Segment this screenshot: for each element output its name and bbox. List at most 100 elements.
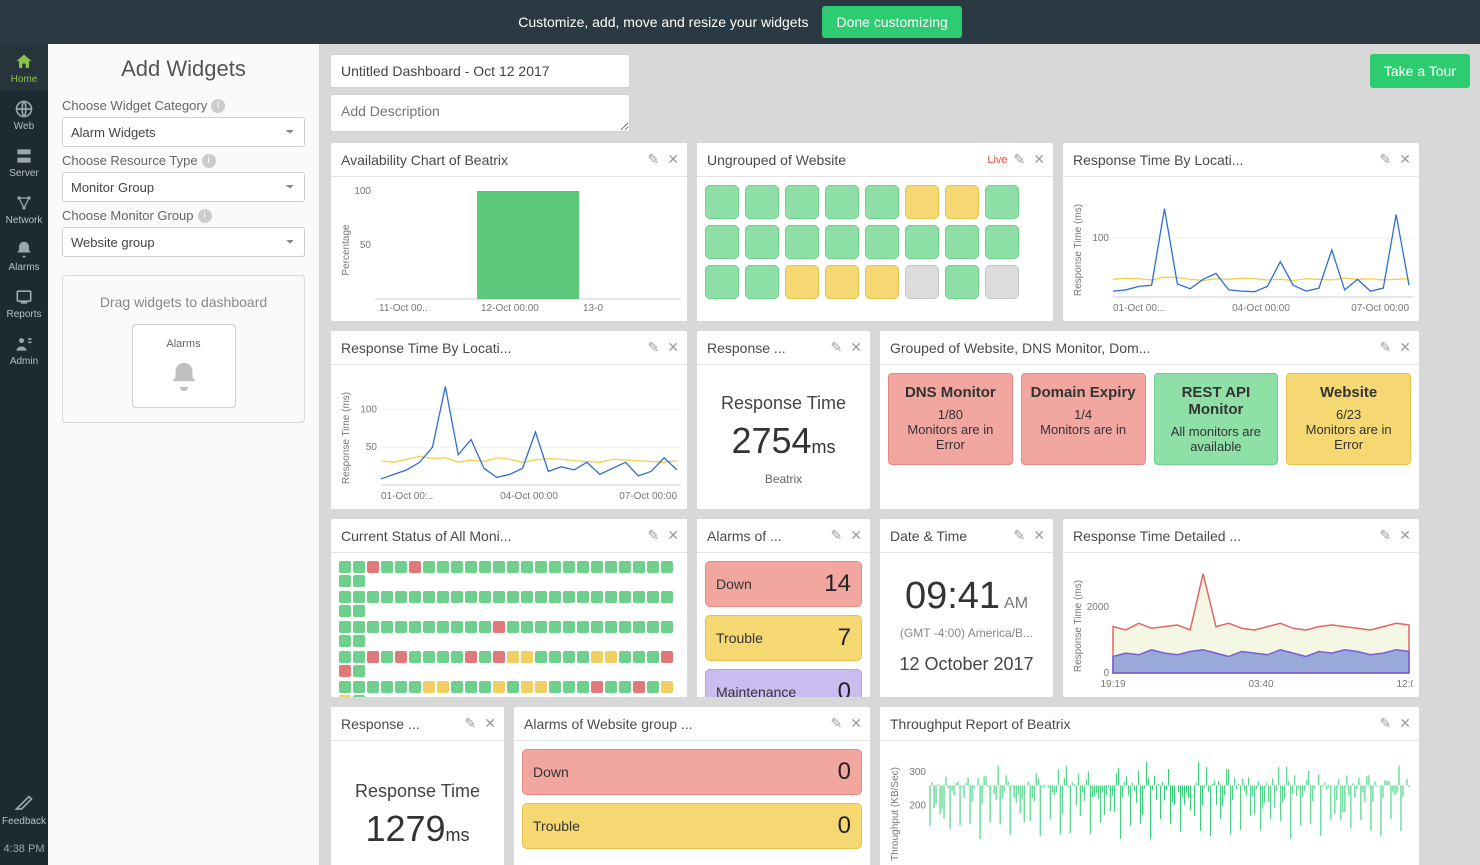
status-cell[interactable] bbox=[479, 651, 491, 663]
close-icon[interactable]: ✕ bbox=[667, 527, 679, 544]
status-cell[interactable] bbox=[647, 561, 659, 573]
status-cell[interactable] bbox=[423, 561, 435, 573]
status-cell[interactable] bbox=[479, 621, 491, 633]
status-cell[interactable] bbox=[619, 561, 631, 573]
status-cell[interactable] bbox=[619, 621, 631, 633]
status-pill[interactable] bbox=[945, 225, 979, 259]
close-icon[interactable]: ✕ bbox=[850, 339, 862, 356]
status-cell[interactable] bbox=[339, 665, 351, 677]
status-cell[interactable] bbox=[591, 561, 603, 573]
status-cell[interactable] bbox=[339, 651, 351, 663]
status-cell[interactable] bbox=[465, 651, 477, 663]
status-cell[interactable] bbox=[423, 681, 435, 693]
status-pill[interactable] bbox=[745, 225, 779, 259]
status-pill[interactable] bbox=[985, 225, 1019, 259]
nav-web[interactable]: Web bbox=[0, 91, 48, 138]
close-icon[interactable]: ✕ bbox=[1399, 151, 1411, 168]
category-select[interactable]: Alarm Widgets bbox=[62, 117, 305, 147]
status-cell[interactable] bbox=[549, 591, 561, 603]
status-pill[interactable] bbox=[905, 185, 939, 219]
status-cell[interactable] bbox=[381, 621, 393, 633]
status-pill[interactable] bbox=[745, 185, 779, 219]
status-cell[interactable] bbox=[591, 591, 603, 603]
status-cell[interactable] bbox=[647, 651, 659, 663]
nav-admin[interactable]: Admin bbox=[0, 326, 48, 373]
widget-alarms-summary[interactable]: Alarms of ... ✎✕ Down14Trouble7Maintenan… bbox=[696, 518, 871, 698]
status-pill[interactable] bbox=[705, 185, 739, 219]
status-pill[interactable] bbox=[785, 185, 819, 219]
status-pill[interactable] bbox=[985, 185, 1019, 219]
status-cell[interactable] bbox=[577, 681, 589, 693]
status-cell[interactable] bbox=[367, 621, 379, 633]
status-pill[interactable] bbox=[785, 225, 819, 259]
status-cell[interactable] bbox=[535, 561, 547, 573]
widget-response-time-beatrix[interactable]: Response ... ✎✕ Response Time 2754ms Bea… bbox=[696, 330, 871, 510]
status-cell[interactable] bbox=[367, 591, 379, 603]
edit-icon[interactable]: ✎ bbox=[648, 527, 660, 544]
status-cell[interactable] bbox=[591, 621, 603, 633]
status-cell[interactable] bbox=[619, 591, 631, 603]
status-cell[interactable] bbox=[493, 591, 505, 603]
status-cell[interactable] bbox=[381, 561, 393, 573]
status-cell[interactable] bbox=[367, 681, 379, 693]
edit-icon[interactable]: ✎ bbox=[648, 339, 660, 356]
status-cell[interactable] bbox=[661, 561, 673, 573]
status-cell[interactable] bbox=[563, 651, 575, 663]
status-cell[interactable] bbox=[423, 651, 435, 663]
status-cell[interactable] bbox=[353, 575, 365, 587]
status-pill[interactable] bbox=[745, 265, 779, 299]
widget-chip-alarms[interactable]: Alarms bbox=[132, 324, 236, 408]
status-pill[interactable] bbox=[785, 265, 819, 299]
status-cell[interactable] bbox=[451, 621, 463, 633]
edit-icon[interactable]: ✎ bbox=[1380, 527, 1392, 544]
status-cell[interactable] bbox=[535, 651, 547, 663]
status-cell[interactable] bbox=[549, 621, 561, 633]
status-cell[interactable] bbox=[605, 621, 617, 633]
status-cell[interactable] bbox=[353, 665, 365, 677]
edit-icon[interactable]: ✎ bbox=[1380, 151, 1392, 168]
resource-select[interactable]: Monitor Group bbox=[62, 172, 305, 202]
alarm-row[interactable]: Trouble0 bbox=[522, 803, 862, 849]
status-cell[interactable] bbox=[465, 591, 477, 603]
status-pill[interactable] bbox=[865, 265, 899, 299]
status-cell[interactable] bbox=[437, 591, 449, 603]
nav-server[interactable]: Server bbox=[0, 138, 48, 185]
status-cell[interactable] bbox=[339, 681, 351, 693]
edit-icon[interactable]: ✎ bbox=[1380, 715, 1392, 732]
edit-icon[interactable]: ✎ bbox=[648, 151, 660, 168]
dashboard-description-input[interactable] bbox=[330, 94, 630, 132]
monitor-group-select[interactable]: Website group bbox=[62, 227, 305, 257]
edit-icon[interactable]: ✎ bbox=[831, 527, 843, 544]
status-cell[interactable] bbox=[619, 651, 631, 663]
status-cell[interactable] bbox=[479, 561, 491, 573]
status-cell[interactable] bbox=[633, 621, 645, 633]
status-cell[interactable] bbox=[633, 651, 645, 663]
status-cell[interactable] bbox=[437, 651, 449, 663]
close-icon[interactable]: ✕ bbox=[1399, 715, 1411, 732]
status-cell[interactable] bbox=[451, 681, 463, 693]
status-cell[interactable] bbox=[577, 621, 589, 633]
nav-reports[interactable]: Reports bbox=[0, 279, 48, 326]
status-cell[interactable] bbox=[395, 621, 407, 633]
group-card[interactable]: REST API MonitorAll monitors are availab… bbox=[1154, 373, 1279, 465]
status-cell[interactable] bbox=[661, 621, 673, 633]
alarm-row[interactable]: Maintenance0 bbox=[705, 669, 862, 697]
status-cell[interactable] bbox=[633, 591, 645, 603]
close-icon[interactable]: ✕ bbox=[850, 527, 862, 544]
status-cell[interactable] bbox=[451, 591, 463, 603]
edit-icon[interactable]: ✎ bbox=[465, 715, 477, 732]
take-a-tour-button[interactable]: Take a Tour bbox=[1370, 54, 1470, 88]
status-cell[interactable] bbox=[395, 651, 407, 663]
status-cell[interactable] bbox=[549, 651, 561, 663]
status-pill[interactable] bbox=[985, 265, 1019, 299]
status-pill[interactable] bbox=[905, 225, 939, 259]
status-cell[interactable] bbox=[535, 621, 547, 633]
status-cell[interactable] bbox=[605, 591, 617, 603]
status-cell[interactable] bbox=[493, 561, 505, 573]
status-cell[interactable] bbox=[577, 651, 589, 663]
widget-alarms-website-group[interactable]: Alarms of Website group ... ✎✕ Down0Trou… bbox=[513, 706, 871, 865]
status-cell[interactable] bbox=[451, 561, 463, 573]
close-icon[interactable]: ✕ bbox=[1399, 339, 1411, 356]
widget-grouped-monitors[interactable]: Grouped of Website, DNS Monitor, Dom... … bbox=[879, 330, 1420, 510]
status-cell[interactable] bbox=[535, 591, 547, 603]
